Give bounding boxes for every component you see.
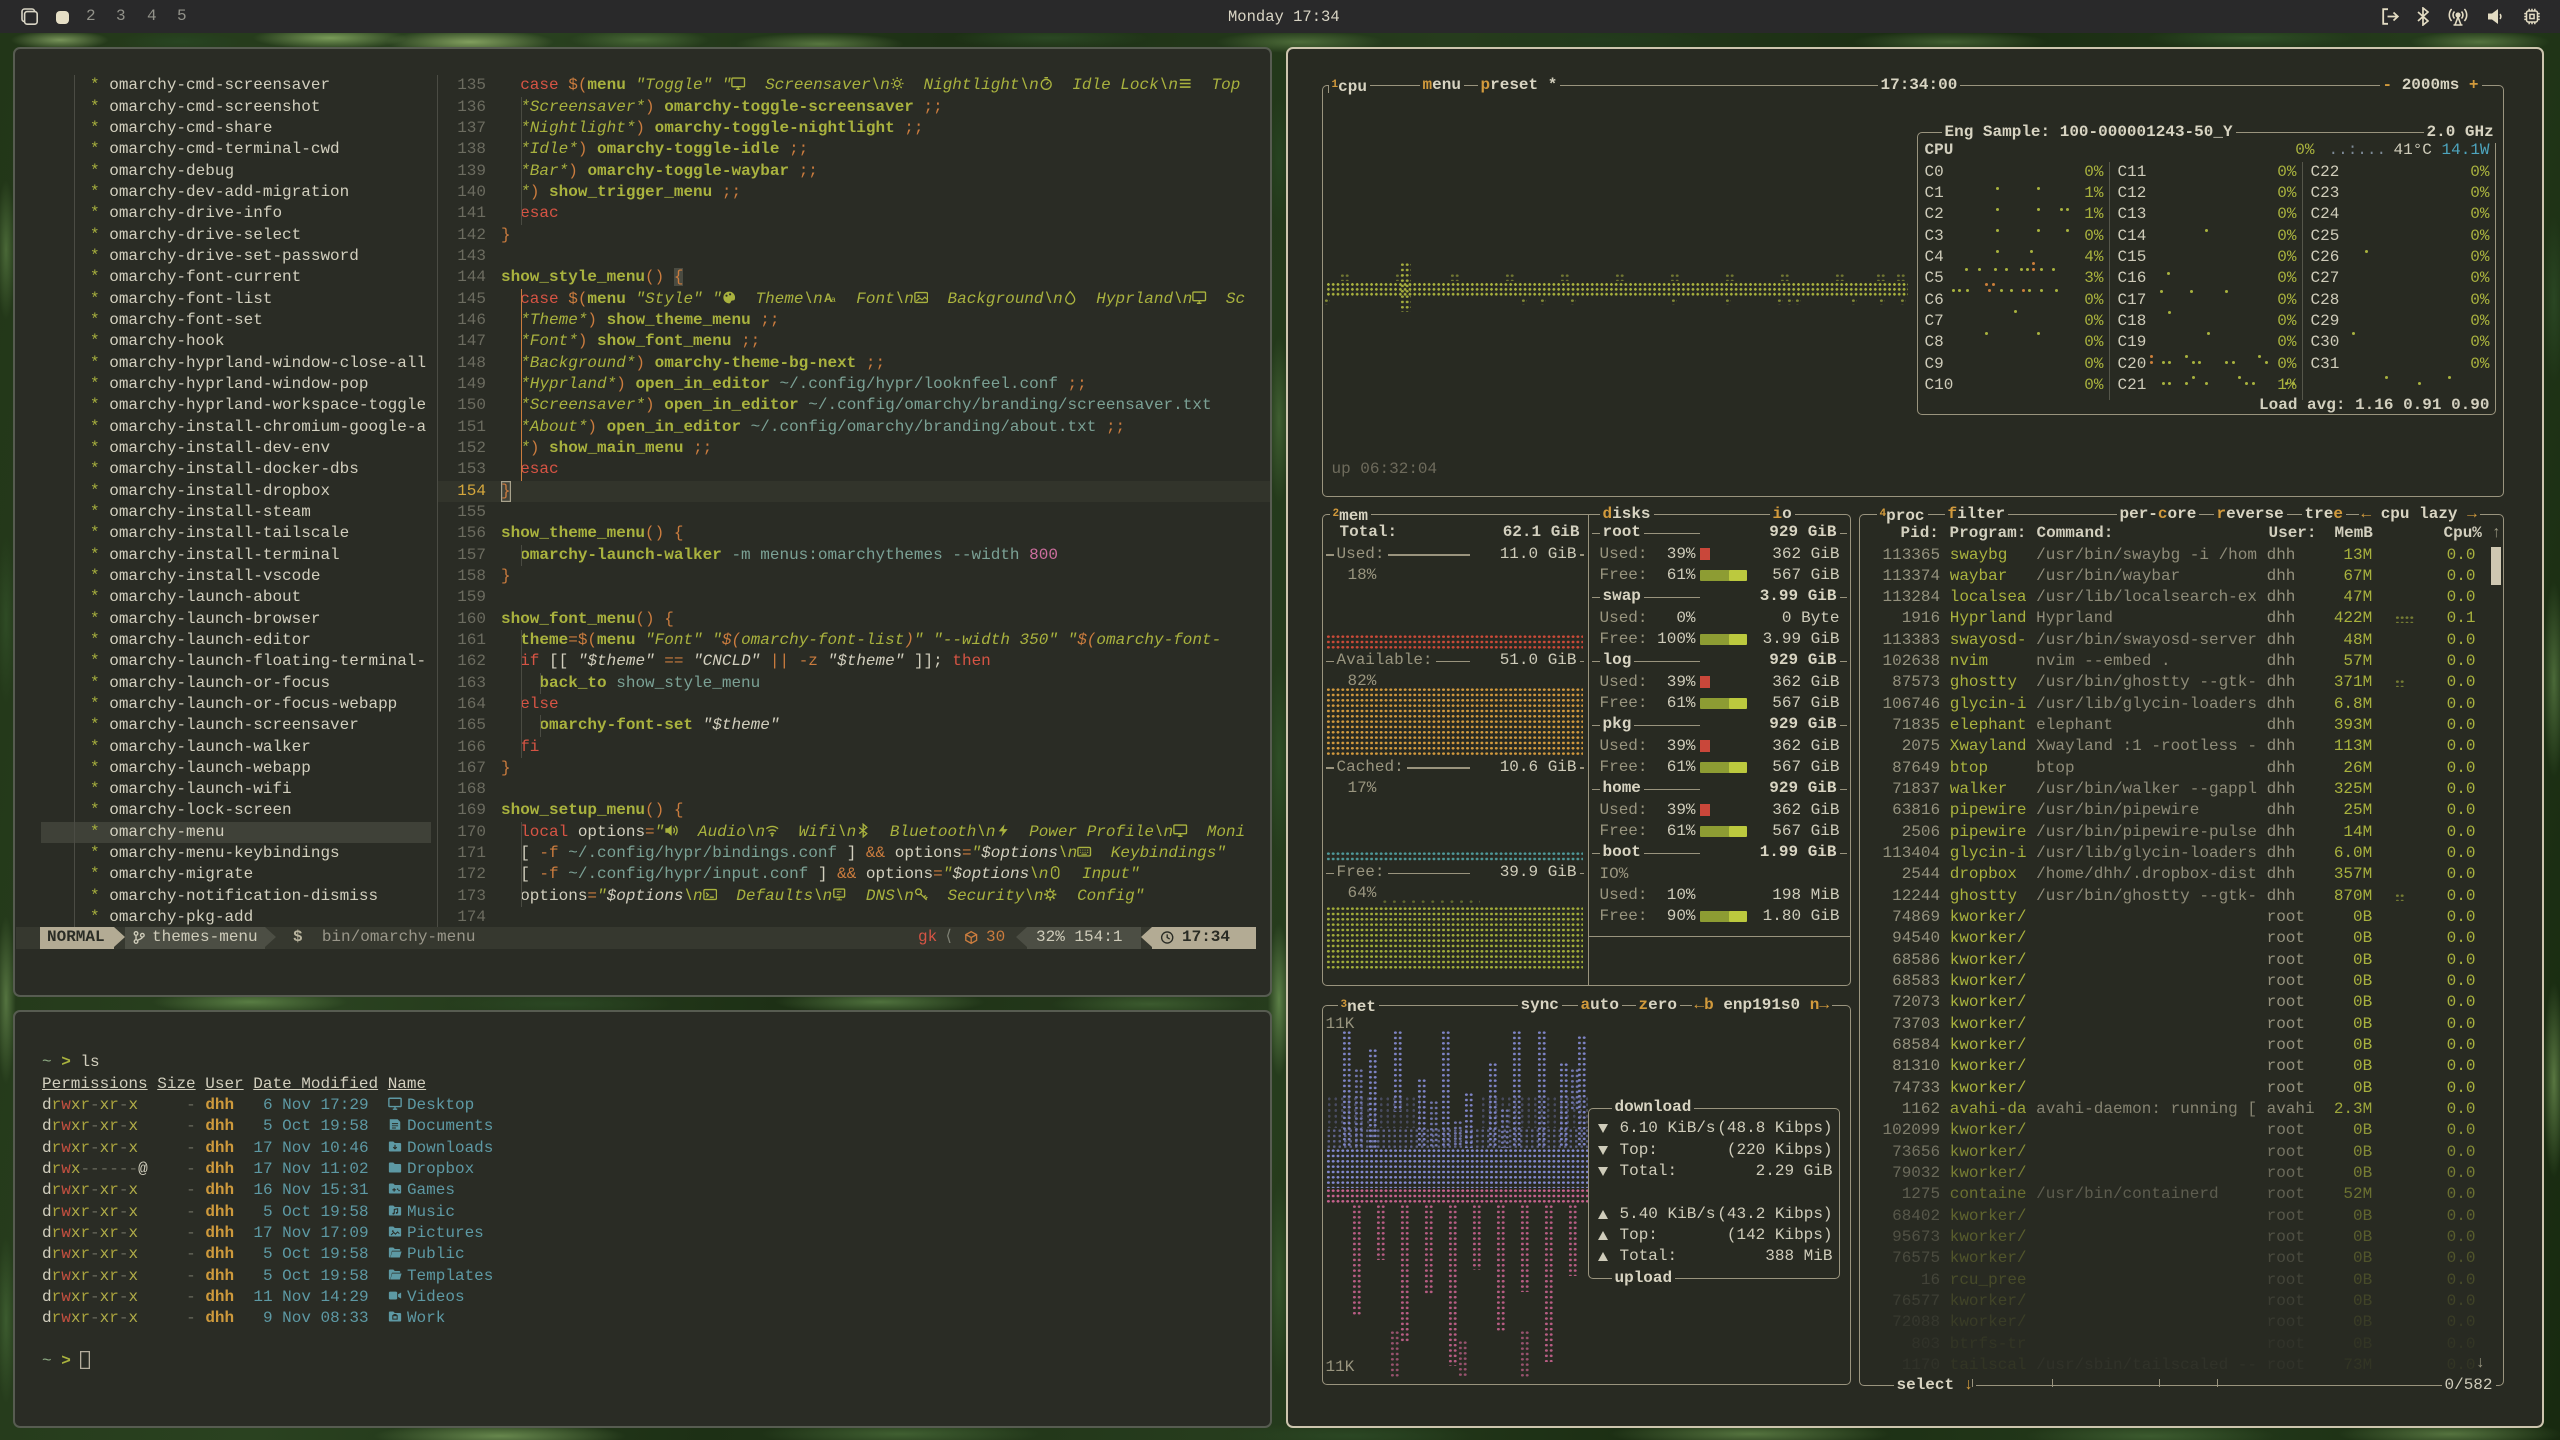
- svg-text:a: a: [831, 295, 836, 304]
